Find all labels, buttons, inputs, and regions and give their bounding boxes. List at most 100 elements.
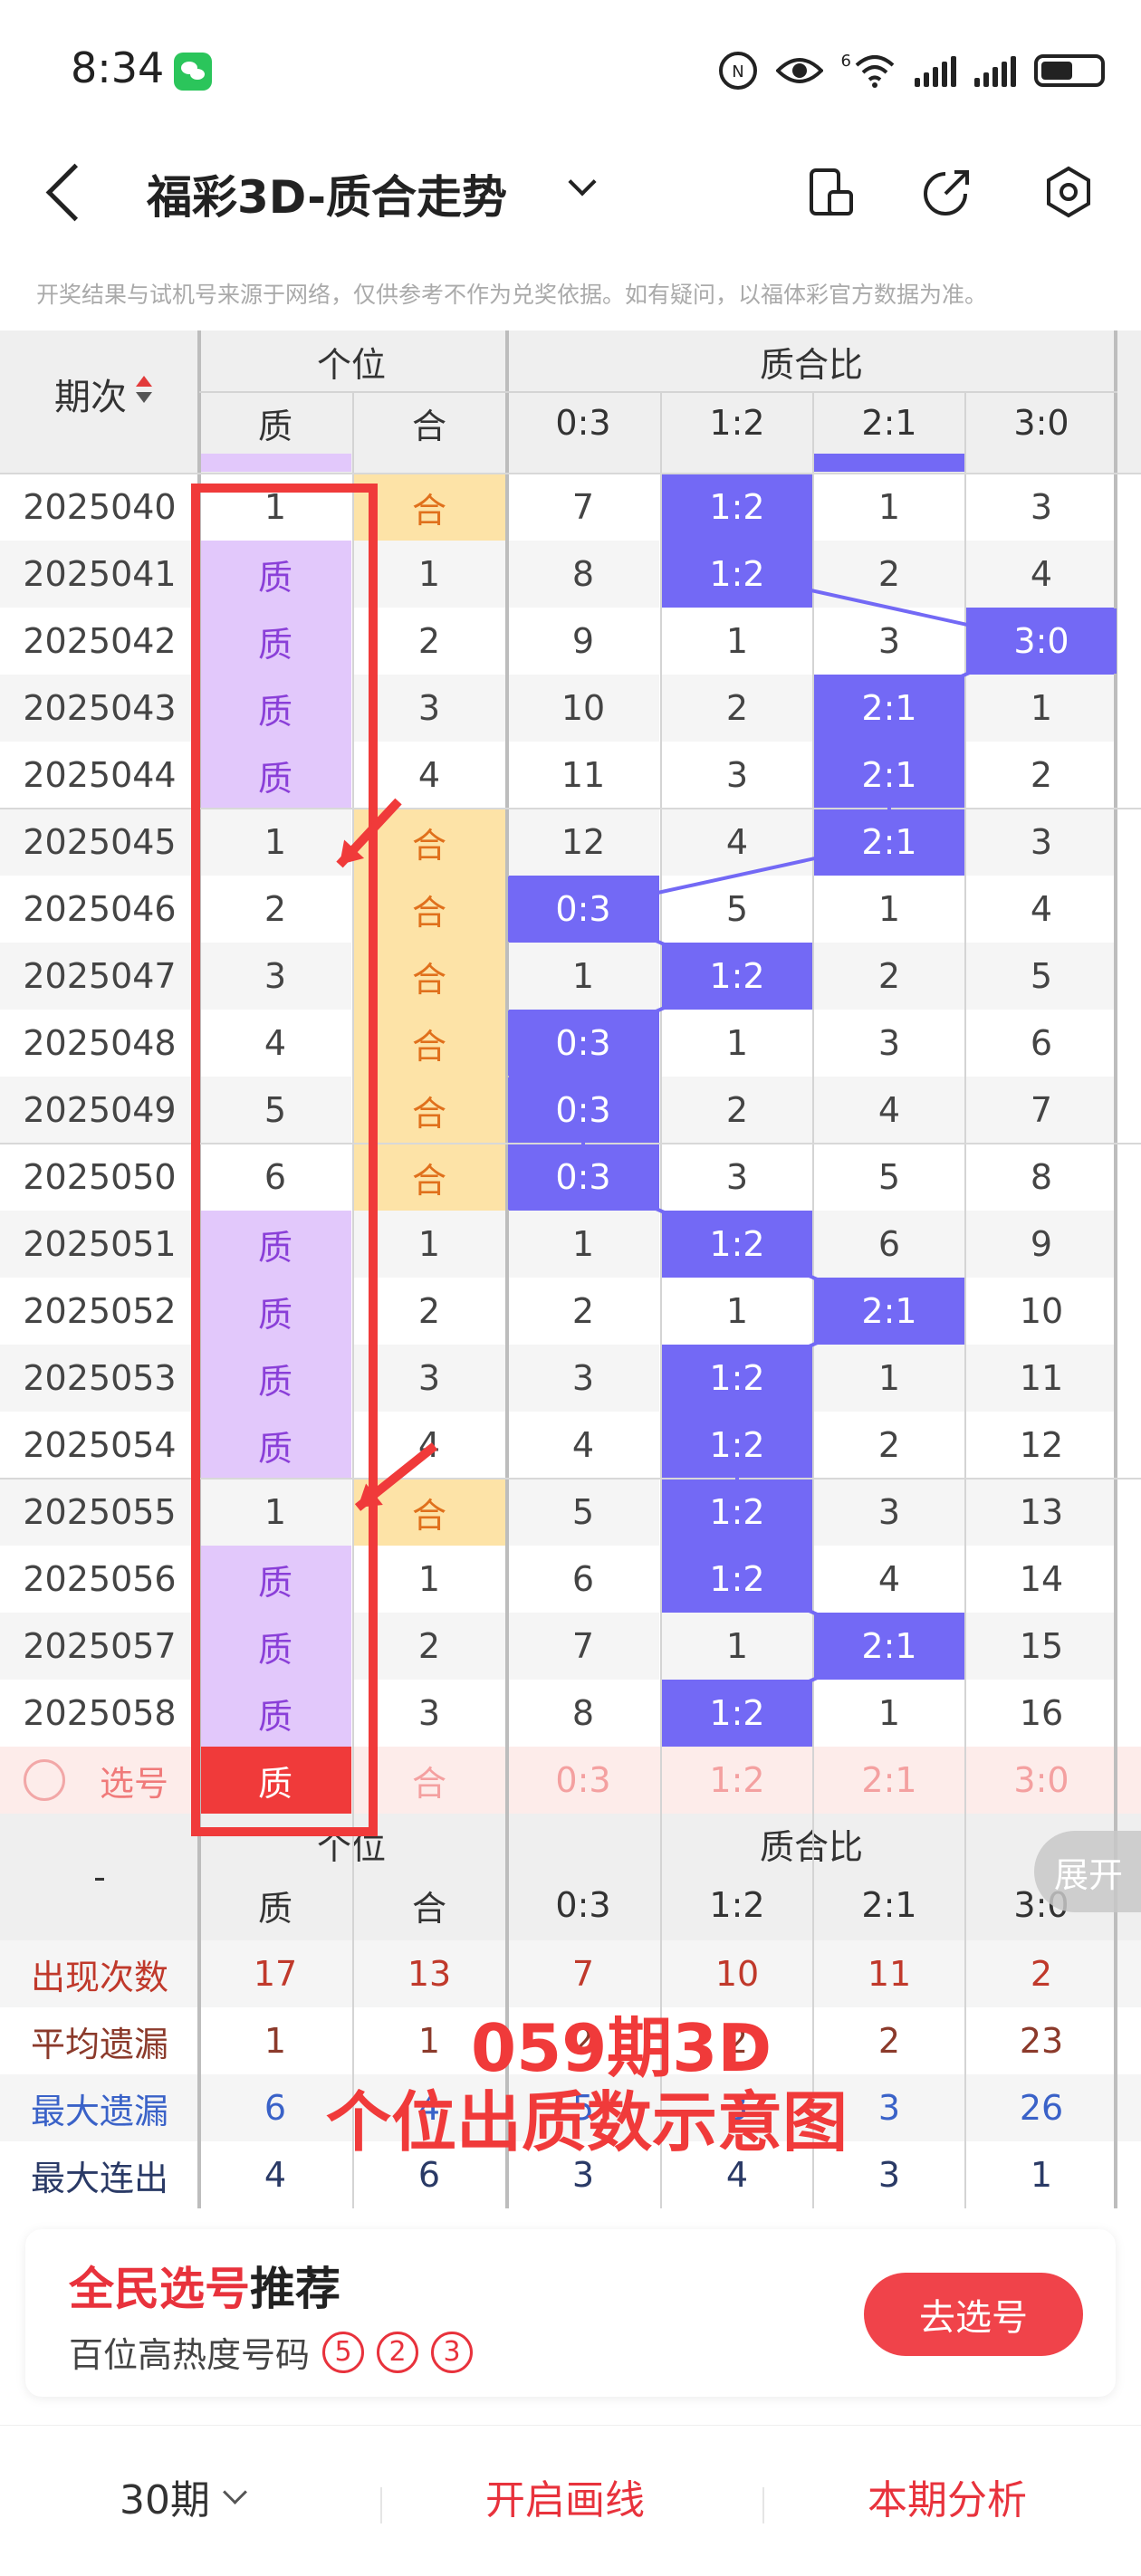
table-cell: 2 (353, 1278, 505, 1345)
hot-number-ball[interactable]: 2 (377, 2331, 419, 2373)
table-cell: 8 (507, 1680, 659, 1747)
period-header[interactable]: 期次 (0, 340, 190, 448)
sub-header: 2:1 (861, 403, 917, 443)
table-cell: 3 (199, 943, 351, 1010)
status-time: 8:34 (71, 43, 165, 92)
table-cell: 1 (661, 1278, 813, 1345)
table-cell: 9 (965, 1211, 1117, 1278)
table-cell: 1:2 (661, 1680, 813, 1747)
select-cell[interactable]: 1:2 (661, 1747, 813, 1814)
select-cell[interactable]: 质 (199, 1747, 351, 1814)
select-radio-icon[interactable] (24, 1759, 65, 1801)
share-icon[interactable] (918, 163, 976, 221)
analysis-tab[interactable]: 本期分析 (868, 2467, 1027, 2525)
settings-icon[interactable] (1040, 163, 1098, 221)
hot-number-ball[interactable]: 3 (431, 2331, 474, 2373)
sort-icon[interactable] (136, 392, 152, 403)
table-cell: 3 (353, 1680, 505, 1747)
table-cell: 4 (199, 1010, 351, 1077)
table-cell: 1 (661, 608, 813, 675)
period-cell: 2025042 (0, 608, 199, 675)
table-cell: 4 (813, 1546, 965, 1613)
sort-icon[interactable] (136, 376, 152, 387)
period-cell: 2025057 (0, 1613, 199, 1680)
table-cell: 4 (965, 541, 1117, 608)
table-cell: 5 (199, 1077, 351, 1144)
page-title[interactable]: 福彩3D-质合走势 (147, 161, 507, 226)
network-type-label: 6 (840, 51, 851, 71)
table-cell: 2:1 (813, 675, 965, 742)
table-cell: 7 (507, 474, 659, 541)
table-cell: 2 (353, 1613, 505, 1680)
table-cell: 9 (507, 608, 659, 675)
table-cell: 合 (353, 1010, 505, 1077)
table-cell: 6 (199, 1144, 351, 1211)
period-cell: 2025040 (0, 474, 199, 541)
table-cell: 3 (813, 1010, 965, 1077)
table-cell: 4 (353, 1412, 505, 1479)
table-cell: 合 (353, 474, 505, 541)
period-selector-label: 30期 (120, 2477, 210, 2523)
stat-label: 出现次数 (30, 1957, 168, 1997)
footer-sub-header: 质 (257, 1888, 292, 1929)
table-cell: 12 (507, 809, 659, 876)
back-icon[interactable] (45, 163, 104, 222)
period-cell: 2025046 (0, 876, 199, 943)
table-cell: 1 (813, 876, 965, 943)
svg-text:N: N (732, 62, 743, 81)
table-cell: 3:0 (965, 608, 1117, 675)
table-cell: 合 (353, 809, 505, 876)
battery-icon (1034, 54, 1105, 87)
table-cell: 1 (353, 1211, 505, 1278)
table-cell: 13 (965, 1479, 1117, 1546)
disclaimer-text: 开奖结果与试机号来源于网络，仅供参考不作为兑奖依据。如有疑问，以福体彩官方数据为… (36, 282, 988, 308)
footer-group-header-ratio: 质合比 (759, 1826, 863, 1867)
table-cell: 4 (353, 742, 505, 809)
group-header-units: 个位 (316, 344, 386, 385)
table-cell: 4 (813, 1077, 965, 1144)
table-cell: 1:2 (661, 541, 813, 608)
hot-number-ball[interactable]: 5 (322, 2331, 365, 2373)
table-cell: 7 (965, 1077, 1117, 1144)
table-cell: 3 (813, 1479, 965, 1546)
table-cell: 合 (353, 943, 505, 1010)
table-cell: 11 (965, 1345, 1117, 1412)
phone-orientation-icon[interactable] (802, 163, 860, 221)
select-row-label[interactable]: 选号 (80, 1747, 188, 1814)
stat-value: 26 (1019, 2088, 1064, 2128)
recommend-title-black: 推荐 (250, 2263, 340, 2315)
table-cell: 0:3 (507, 876, 659, 943)
table-cell: 3 (661, 1144, 813, 1211)
recommend-title-red: 全民选号 (69, 2263, 250, 2315)
select-cell[interactable]: 2:1 (813, 1747, 965, 1814)
table-cell: 1 (661, 1613, 813, 1680)
status-icons: N 6 (718, 45, 1105, 96)
table-cell: 3 (813, 608, 965, 675)
footer-sub-header: 2:1 (861, 1885, 917, 1925)
period-cell: 2025053 (0, 1345, 199, 1412)
table-cell: 2:1 (813, 1278, 965, 1345)
table-cell: 0:3 (507, 1077, 659, 1144)
sub-header: 3:0 (1013, 403, 1069, 443)
table-cell: 1:2 (661, 943, 813, 1010)
table-cell: 质 (199, 1345, 351, 1412)
go-select-button[interactable]: 去选号 (864, 2273, 1083, 2356)
stat-label: 最大遗漏 (30, 2091, 168, 2131)
select-cell[interactable]: 合 (353, 1747, 505, 1814)
table-cell: 2 (965, 742, 1117, 809)
status-bar: 8:34 N 6 (0, 0, 1141, 136)
chevron-down-icon[interactable] (568, 168, 597, 196)
table-cell: 质 (199, 1613, 351, 1680)
table-cell: 6 (965, 1010, 1117, 1077)
table-cell: 质 (199, 541, 351, 608)
period-cell: 2025050 (0, 1144, 199, 1211)
table-cell: 5 (813, 1144, 965, 1211)
expand-button[interactable]: 展开 (1034, 1831, 1141, 1912)
select-cell[interactable]: 3:0 (965, 1747, 1117, 1814)
table-cell: 1 (353, 541, 505, 608)
select-cell[interactable]: 0:3 (507, 1747, 659, 1814)
period-selector[interactable]: 30期 (120, 2467, 247, 2525)
draw-line-tab[interactable]: 开启画线 (485, 2467, 645, 2525)
wechat-icon (174, 53, 212, 91)
recommend-subtitle: 百位高热度号码 (69, 2335, 311, 2375)
